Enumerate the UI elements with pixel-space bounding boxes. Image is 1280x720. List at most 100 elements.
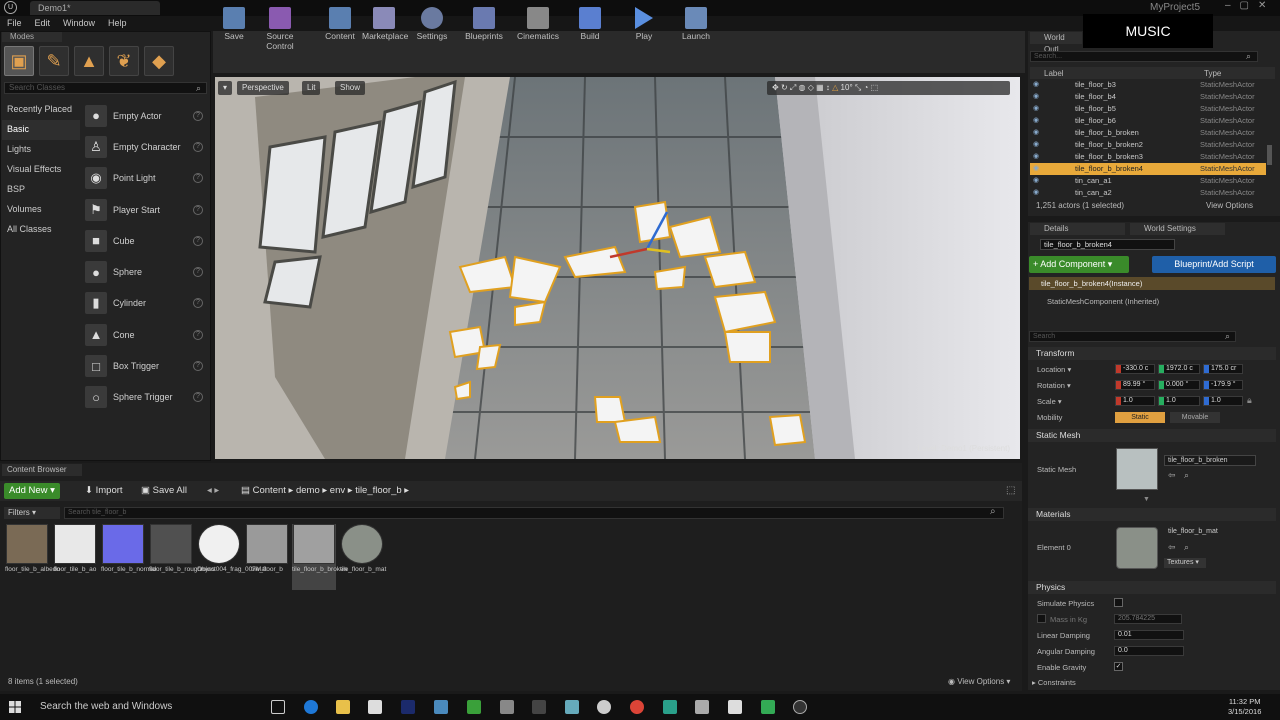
- mobility-movable-button[interactable]: Movable: [1170, 412, 1220, 423]
- surface-snap-icon[interactable]: ◇: [808, 83, 814, 92]
- class-empty-character[interactable]: ♙ Empty Character?: [82, 131, 207, 162]
- outliner-scrollbar[interactable]: [1267, 145, 1272, 165]
- angular-damping-field[interactable]: 0.0: [1114, 646, 1184, 656]
- help-icon[interactable]: ?: [193, 392, 203, 403]
- geometry-mode-icon[interactable]: ◆: [144, 46, 174, 76]
- use-selected-icon[interactable]: ⇦: [1168, 542, 1176, 553]
- materials-section-header[interactable]: Materials: [1028, 508, 1276, 521]
- world-outliner-tab[interactable]: World Outl...: [1030, 32, 1082, 54]
- outliner-row[interactable]: ◉ tin_can_a2 StaticMeshActor: [1030, 187, 1266, 197]
- scale-z-field[interactable]: 1.0: [1203, 396, 1243, 406]
- breadcrumb-content[interactable]: Content: [253, 485, 286, 496]
- help-icon[interactable]: ?: [193, 141, 203, 152]
- eye-icon[interactable]: ◉: [1033, 175, 1041, 187]
- physics-section-header[interactable]: Physics: [1028, 581, 1276, 594]
- world-settings-tab[interactable]: World Settings: [1130, 223, 1225, 235]
- help-icon[interactable]: ?: [193, 361, 203, 372]
- content-browser-tab[interactable]: Content Browser: [2, 464, 82, 476]
- component-instance-row[interactable]: tile_floor_b_broken4(Instance): [1029, 277, 1275, 290]
- mass-override-checkbox[interactable]: [1037, 614, 1046, 623]
- windows-start-icon[interactable]: [9, 701, 21, 713]
- help-icon[interactable]: ?: [193, 235, 203, 246]
- category-recently-placed[interactable]: Recently Placed: [2, 100, 80, 120]
- menu-file[interactable]: File: [0, 16, 28, 28]
- asset-tile[interactable]: floor_tile_b_normal: [101, 524, 156, 574]
- outliner-row[interactable]: ◉ tile_floor_b3 StaticMeshActor: [1030, 79, 1266, 91]
- cinematics-button[interactable]: Cinematics: [516, 2, 560, 42]
- content-button[interactable]: Content: [318, 2, 362, 42]
- outliner-row[interactable]: ◉ tile_floor_b5 StaticMeshActor: [1030, 103, 1266, 115]
- edge-browser-icon[interactable]: [304, 700, 318, 714]
- save-button[interactable]: Save: [212, 2, 256, 42]
- lock-icon[interactable]: ⬚: [1006, 485, 1015, 496]
- expand-arrow-icon[interactable]: ▼: [1143, 496, 1150, 503]
- help-icon[interactable]: ?: [193, 173, 203, 184]
- transform-section-header[interactable]: Transform: [1028, 347, 1276, 360]
- scale-snap-icon[interactable]: ⤡: [855, 83, 861, 92]
- outliner-row[interactable]: ◉ tile_floor_b_broken3 StaticMeshActor: [1030, 151, 1266, 163]
- outliner-row[interactable]: ◉ tile_floor_b4 StaticMeshActor: [1030, 91, 1266, 103]
- system-clock[interactable]: 11:32 PM 3/15/2016: [1228, 697, 1261, 717]
- material-thumbnail[interactable]: [1116, 527, 1158, 569]
- grid-snap-icon[interactable]: ▦: [816, 83, 824, 92]
- asset-tile[interactable]: tile_floor_b_mat: [340, 524, 386, 574]
- eye-icon[interactable]: ◉: [1033, 103, 1041, 115]
- level-tab[interactable]: Demo1*: [30, 1, 160, 15]
- build-button[interactable]: Build: [568, 2, 612, 42]
- help-icon[interactable]: ?: [193, 298, 203, 309]
- viewport-options-button[interactable]: ▾: [218, 81, 233, 95]
- rotate-icon[interactable]: ↻: [781, 83, 788, 92]
- grid-size-icon[interactable]: ↕: [826, 83, 830, 92]
- search-classes-input[interactable]: Search Classes: [4, 82, 207, 94]
- eye-icon[interactable]: ◉: [1033, 163, 1041, 175]
- asset-tile[interactable]: floor_tile_b_albedo: [5, 524, 60, 574]
- class-box-trigger[interactable]: □ Box Trigger?: [82, 350, 207, 381]
- file-explorer-icon[interactable]: [336, 700, 350, 714]
- level-viewport[interactable]: ▾ Perspective Lit Show ✥ ↻ ⤢ ◍ ◇ ▦ ↕ △ 1…: [215, 77, 1020, 459]
- blueprints-button[interactable]: Blueprints: [462, 2, 506, 42]
- show-button[interactable]: Show: [335, 81, 366, 95]
- back-forward-icons[interactable]: ◂ ▸: [202, 483, 224, 499]
- blueprint-add-script-button[interactable]: Blueprint/Add Script: [1152, 256, 1276, 273]
- menu-help[interactable]: Help: [101, 16, 133, 28]
- app-icon[interactable]: [695, 700, 709, 714]
- asset-tile[interactable]: floor_tile_b_ao: [53, 524, 97, 574]
- asset-tile[interactable]: floor_tile_b_roughness: [149, 524, 215, 574]
- location-z-field[interactable]: 175.0 cr: [1203, 364, 1243, 374]
- help-icon[interactable]: ?: [193, 204, 203, 215]
- class-cylinder[interactable]: ▮ Cylinder?: [82, 288, 207, 319]
- store-icon[interactable]: [368, 700, 382, 714]
- class-player-start[interactable]: ⚑ Player Start?: [82, 194, 207, 225]
- class-cube[interactable]: ■ Cube?: [82, 225, 207, 256]
- browse-icon[interactable]: ⌕: [1184, 542, 1189, 553]
- modes-tab[interactable]: Modes: [2, 32, 62, 42]
- maximize-icon[interactable]: ⬚: [871, 83, 879, 92]
- actor-name-field[interactable]: tile_floor_b_broken4: [1040, 239, 1175, 250]
- marketplace-button[interactable]: Marketplace: [362, 2, 408, 42]
- filters-button[interactable]: Filters ▾: [4, 507, 60, 519]
- eye-icon[interactable]: ◉: [1033, 151, 1041, 163]
- save-all-button[interactable]: ▣ Save All: [136, 483, 192, 499]
- translate-icon[interactable]: ✥: [772, 83, 779, 92]
- app-icon[interactable]: [565, 700, 579, 714]
- breadcrumb-tile-floor-b[interactable]: tile_floor_b: [355, 485, 401, 496]
- details-search-input[interactable]: Search: [1029, 331, 1236, 342]
- perspective-button[interactable]: Perspective: [237, 81, 289, 95]
- rotation-x-field[interactable]: 89.99 °: [1115, 380, 1155, 390]
- launch-button[interactable]: Launch: [674, 2, 718, 42]
- app-icon[interactable]: [500, 700, 514, 714]
- use-selected-icon[interactable]: ⇦: [1168, 470, 1176, 481]
- class-sphere[interactable]: ● Sphere?: [82, 256, 207, 287]
- class-empty-actor[interactable]: ● Empty Actor?: [82, 100, 207, 131]
- eye-icon[interactable]: ◉: [1033, 187, 1041, 197]
- eye-icon[interactable]: ◉: [1033, 139, 1041, 151]
- constraints-header[interactable]: ▸ Constraints: [1032, 678, 1076, 687]
- rotation-y-field[interactable]: 0.000 °: [1158, 380, 1200, 390]
- eye-icon[interactable]: ◉: [1033, 127, 1041, 139]
- eye-icon[interactable]: ◉: [1033, 91, 1041, 103]
- class-sphere-trigger[interactable]: ○ Sphere Trigger?: [82, 382, 207, 413]
- asset-tile[interactable]: tile_floor_b: [245, 524, 289, 574]
- scale-y-field[interactable]: 1.0: [1158, 396, 1200, 406]
- rotate-snap-value[interactable]: 10°: [841, 83, 853, 92]
- details-tab[interactable]: Details: [1030, 223, 1125, 235]
